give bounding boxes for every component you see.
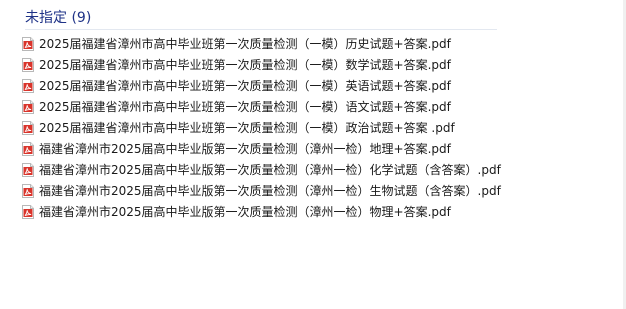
file-name: 福建省漳州市2025届高中毕业版第一次质量检测（漳州一检）生物试题（含答案）.p… bbox=[39, 183, 501, 198]
file-name: 2025届福建省漳州市高中毕业班第一次质量检测（一模）政治试题+答案 .pdf bbox=[39, 120, 455, 135]
list-item[interactable]: 福建省漳州市2025届高中毕业版第一次质量检测（漳州一检）地理+答案.pdf bbox=[22, 138, 501, 159]
group-divider bbox=[25, 29, 497, 30]
list-item[interactable]: 2025届福建省漳州市高中毕业班第一次质量检测（一模）历史试题+答案.pdf bbox=[22, 33, 501, 54]
file-name: 2025届福建省漳州市高中毕业班第一次质量检测（一模）英语试题+答案.pdf bbox=[39, 78, 451, 93]
file-name: 2025届福建省漳州市高中毕业班第一次质量检测（一模）历史试题+答案.pdf bbox=[39, 36, 451, 51]
list-item[interactable]: 2025届福建省漳州市高中毕业班第一次质量检测（一模）数学试题+答案.pdf bbox=[22, 54, 501, 75]
file-name: 福建省漳州市2025届高中毕业版第一次质量检测（漳州一检）物理+答案.pdf bbox=[39, 204, 451, 219]
file-name: 福建省漳州市2025届高中毕业版第一次质量检测（漳州一检）化学试题（含答案）.p… bbox=[39, 162, 501, 177]
file-name: 2025届福建省漳州市高中毕业班第一次质量检测（一模）语文试题+答案.pdf bbox=[39, 99, 451, 114]
list-item[interactable]: 福建省漳州市2025届高中毕业版第一次质量检测（漳州一检）物理+答案.pdf bbox=[22, 201, 501, 222]
file-name: 2025届福建省漳州市高中毕业班第一次质量检测（一模）数学试题+答案.pdf bbox=[39, 57, 451, 72]
list-item[interactable]: 2025届福建省漳州市高中毕业班第一次质量检测（一模）英语试题+答案.pdf bbox=[22, 75, 501, 96]
pdf-icon bbox=[22, 162, 34, 177]
pdf-icon bbox=[22, 36, 34, 51]
group-header[interactable]: 未指定 (9) bbox=[25, 9, 497, 30]
group-title[interactable]: 未指定 (9) bbox=[25, 9, 91, 27]
list-item[interactable]: 2025届福建省漳州市高中毕业班第一次质量检测（一模）政治试题+答案 .pdf bbox=[22, 117, 501, 138]
pdf-icon bbox=[22, 99, 34, 114]
file-list: 2025届福建省漳州市高中毕业班第一次质量检测（一模）历史试题+答案.pdf 2… bbox=[22, 33, 501, 222]
pdf-icon bbox=[22, 78, 34, 93]
file-name: 福建省漳州市2025届高中毕业版第一次质量检测（漳州一检）地理+答案.pdf bbox=[39, 141, 451, 156]
list-item[interactable]: 2025届福建省漳州市高中毕业班第一次质量检测（一模）语文试题+答案.pdf bbox=[22, 96, 501, 117]
pdf-icon bbox=[22, 204, 34, 219]
pdf-icon bbox=[22, 57, 34, 72]
list-item[interactable]: 福建省漳州市2025届高中毕业版第一次质量检测（漳州一检）化学试题（含答案）.p… bbox=[22, 159, 501, 180]
pdf-icon bbox=[22, 183, 34, 198]
list-item[interactable]: 福建省漳州市2025届高中毕业版第一次质量检测（漳州一检）生物试题（含答案）.p… bbox=[22, 180, 501, 201]
pdf-icon bbox=[22, 120, 34, 135]
pdf-icon bbox=[22, 141, 34, 156]
